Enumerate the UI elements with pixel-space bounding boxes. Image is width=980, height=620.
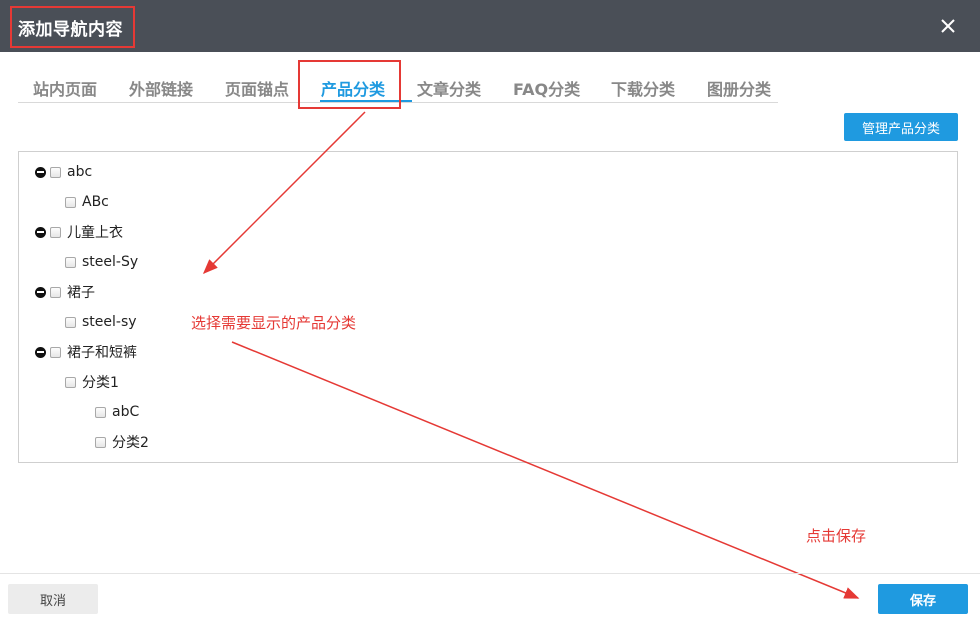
title-highlight-box — [10, 6, 135, 48]
tab-download-categories[interactable]: 下载分类 — [611, 76, 675, 100]
tree-node: ABc — [65, 192, 109, 212]
tree-node-label: abc — [67, 164, 93, 180]
category-tree: abc ABc 儿童上衣 steel-Sy 裙子 steel-sy 裙子和短裤 … — [18, 151, 958, 463]
tab-album-categories[interactable]: 图册分类 — [707, 76, 771, 100]
cancel-button[interactable]: 取消 — [8, 584, 98, 614]
tab-page-anchors[interactable]: 页面锚点 — [225, 76, 289, 100]
tree-node: abc — [35, 162, 92, 182]
checkbox[interactable] — [50, 166, 61, 178]
tree-node: 分类2 — [95, 432, 149, 452]
collapse-icon[interactable] — [35, 286, 46, 298]
tab-faq-categories[interactable]: FAQ分类 — [513, 76, 580, 100]
tab-article-categories[interactable]: 文章分类 — [417, 76, 481, 100]
checkbox[interactable] — [50, 346, 61, 358]
tree-node-label: ABc — [82, 194, 109, 210]
collapse-icon[interactable] — [35, 346, 46, 358]
tree-node: steel-sy — [65, 312, 137, 332]
checkbox[interactable] — [65, 316, 76, 328]
tree-node-label: abC — [112, 404, 140, 420]
footer-divider — [0, 573, 980, 574]
checkbox[interactable] — [50, 286, 61, 298]
checkbox[interactable] — [65, 196, 76, 208]
tree-node: 裙子 — [35, 282, 95, 302]
dialog-header: 添加导航内容 — [0, 0, 980, 52]
manage-product-categories-button[interactable]: 管理产品分类 — [844, 113, 958, 141]
tree-node-label: steel-Sy — [82, 254, 139, 270]
save-button[interactable]: 保存 — [878, 584, 968, 614]
tab-highlight-box — [298, 60, 401, 109]
tree-node-label: 儿童上衣 — [67, 225, 123, 241]
annotation-select-hint: 选择需要显示的产品分类 — [191, 314, 357, 332]
collapse-icon[interactable] — [35, 226, 46, 238]
tree-node-label: 裙子 — [67, 285, 95, 301]
collapse-icon[interactable] — [35, 166, 46, 178]
annotation-save-hint: 点击保存 — [806, 527, 867, 545]
checkbox[interactable] — [65, 256, 76, 268]
tree-node: 分类1 — [65, 372, 119, 392]
checkbox[interactable] — [95, 406, 106, 418]
tree-node-label: 裙子和短裤 — [67, 345, 137, 361]
tree-node: steel-Sy — [65, 252, 138, 272]
tab-site-pages[interactable]: 站内页面 — [33, 76, 97, 100]
close-icon[interactable] — [934, 12, 962, 40]
tab-external-links[interactable]: 外部链接 — [129, 76, 193, 100]
tree-node-label: steel-sy — [82, 314, 137, 330]
checkbox[interactable] — [50, 226, 61, 238]
tree-node-label: 分类1 — [82, 375, 119, 391]
tree-node: abC — [95, 402, 139, 422]
tree-node: 裙子和短裤 — [35, 342, 137, 362]
tree-node: 儿童上衣 — [35, 222, 123, 242]
tree-node-label: 分类2 — [112, 435, 149, 451]
checkbox[interactable] — [95, 436, 106, 448]
checkbox[interactable] — [65, 376, 76, 388]
